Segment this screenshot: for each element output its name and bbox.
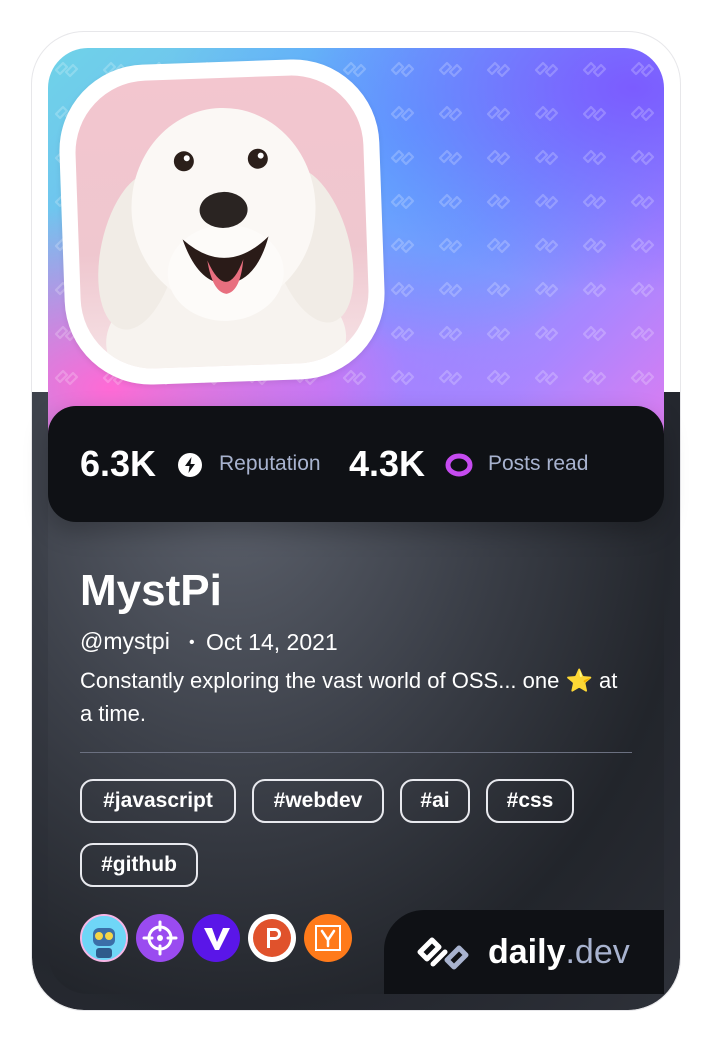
brand-footer: daily.dev (384, 910, 664, 994)
posts-read-label: Posts read (488, 452, 589, 475)
meta-separator: • (189, 634, 195, 651)
producthunt-icon[interactable] (248, 914, 296, 962)
tag-css[interactable]: #css (486, 779, 574, 823)
robot-avatar-icon[interactable] (80, 914, 128, 962)
ycombinator-icon[interactable] (304, 914, 352, 962)
stats-bar: 6.3K Reputation 4.3K Posts read (48, 406, 664, 522)
joined-date: Oct 14, 2021 (206, 629, 338, 655)
posts-read-value: 4.3K (349, 443, 426, 484)
reputation-bolt-icon (178, 453, 202, 477)
daily-dev-logo-icon (417, 937, 469, 970)
profile-bio: Constantly exploring the vast world of O… (80, 668, 618, 726)
reputation-value: 6.3K (80, 443, 157, 484)
tag-ai[interactable]: #ai (400, 779, 470, 823)
profile-handle: @mystpi (80, 628, 170, 654)
tag-github[interactable]: #github (80, 843, 198, 887)
cover-image (48, 48, 664, 448)
brand-name: daily (488, 933, 566, 971)
tag-webdev[interactable]: #webdev (252, 779, 384, 823)
divider (80, 752, 632, 753)
reputation-label: Reputation (219, 452, 321, 475)
v-logo-icon[interactable] (192, 914, 240, 962)
tag-javascript[interactable]: #javascript (80, 779, 236, 823)
brand-suffix: .dev (565, 933, 630, 971)
avatar[interactable] (73, 73, 371, 371)
crosshair-icon[interactable] (136, 914, 184, 962)
profile-name: MystPi (80, 566, 222, 615)
brand-wordmark: daily.dev (488, 932, 630, 972)
dog-avatar-icon (98, 107, 354, 371)
avatar-frame (56, 56, 388, 388)
posts-read-eye-icon (445, 453, 473, 477)
